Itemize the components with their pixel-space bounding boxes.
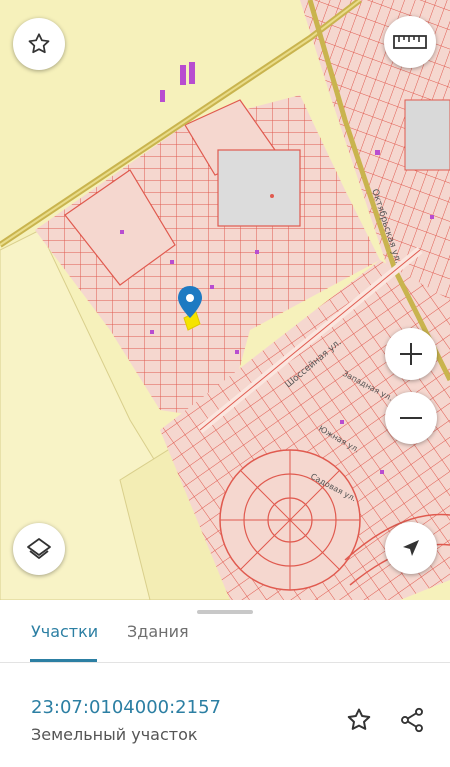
minus-icon: [400, 417, 422, 419]
sheet-drag-handle[interactable]: [197, 610, 253, 614]
layers-button[interactable]: [13, 523, 65, 575]
object-type: Земельный участок: [31, 725, 198, 744]
zoom-out-button[interactable]: [385, 392, 437, 444]
bottom-sheet: Участки Здания 23:07:0104000:2157 Земель…: [0, 600, 450, 767]
layers-icon: [27, 538, 51, 559]
tab-parcels[interactable]: Участки: [31, 622, 98, 641]
zoom-in-button[interactable]: [385, 328, 437, 380]
ruler-button[interactable]: [384, 16, 436, 68]
my-location-button[interactable]: [385, 522, 437, 574]
map-view[interactable]: Октябрьская ул. Шоссейная ул. Западная у…: [0, 0, 450, 600]
plus-icon: [400, 343, 422, 365]
tab-buildings[interactable]: Здания: [127, 622, 189, 641]
star-icon: [28, 33, 50, 54]
ruler-icon: [393, 35, 427, 49]
building-east: [404, 99, 450, 171]
building-large: [217, 149, 301, 227]
share-icon: [401, 707, 423, 733]
divider: [0, 662, 450, 663]
share-button[interactable]: [396, 704, 428, 736]
favorite-parcel-button[interactable]: [343, 704, 375, 736]
navigation-arrow-icon: [403, 540, 419, 556]
star-icon: [347, 708, 371, 730]
circular-estate: [219, 449, 361, 591]
cadastral-number[interactable]: 23:07:0104000:2157: [31, 697, 221, 718]
map-canvas[interactable]: Октябрьская ул. Шоссейная ул. Западная у…: [0, 0, 450, 600]
favorite-button[interactable]: [13, 18, 65, 70]
